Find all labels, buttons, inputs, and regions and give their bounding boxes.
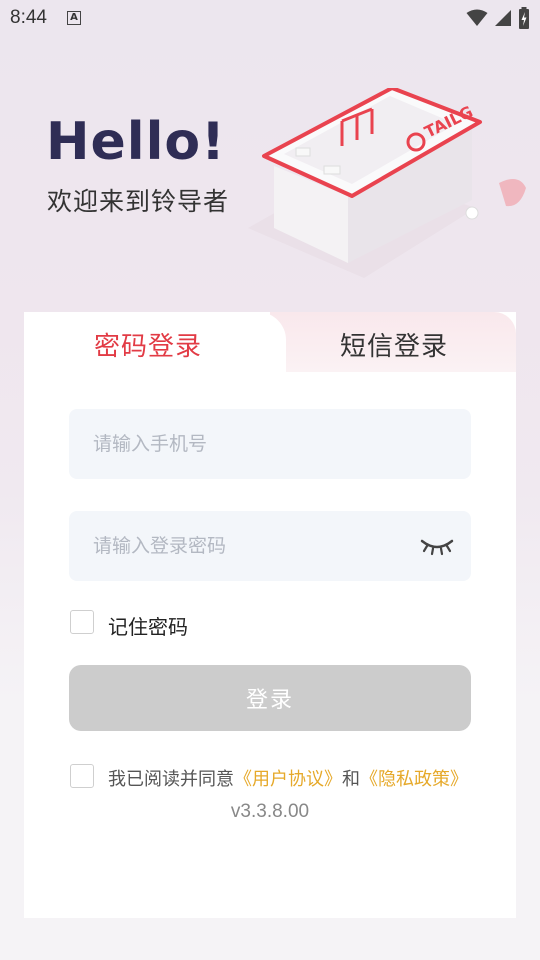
- status-icons: [466, 7, 530, 29]
- agreement-prefix: 我已阅读并同意: [108, 769, 234, 790]
- status-time: 8:44: [10, 7, 47, 28]
- welcome-subtitle: 欢迎来到铃导者: [47, 187, 230, 216]
- remember-password-checkbox[interactable]: [70, 610, 94, 634]
- battery-icon: [519, 7, 529, 29]
- login-button[interactable]: 登录: [69, 665, 471, 731]
- agreement-conjunction: 和: [342, 769, 360, 790]
- phone-input[interactable]: [93, 433, 447, 455]
- user-agreement-link[interactable]: 《用户协议》: [234, 769, 342, 790]
- phone-field: [69, 409, 471, 479]
- status-bar: 8:44 A: [0, 0, 540, 36]
- tab-sms-login[interactable]: 短信登录: [340, 326, 448, 363]
- agreement-checkbox[interactable]: [70, 764, 94, 788]
- tab-password-login[interactable]: 密码登录: [94, 326, 202, 363]
- hello-heading: Hello!: [46, 112, 226, 172]
- password-input[interactable]: [93, 535, 447, 557]
- remember-password-label[interactable]: 记住密码: [108, 611, 188, 640]
- app-version: v3.3.8.00: [230, 801, 310, 822]
- store-illustration: TAILG: [248, 88, 526, 278]
- login-card: 密码登录 短信登录 记住密码 登录 我已阅读并同意《用户协议》和《隐私政策》 v…: [24, 312, 516, 918]
- eye-closed-icon[interactable]: [419, 533, 455, 559]
- agreement-text: 我已阅读并同意《用户协议》和《隐私政策》: [108, 765, 468, 791]
- cellular-signal-icon: [495, 10, 511, 26]
- password-field: [69, 511, 471, 581]
- notification-icon: A: [66, 11, 81, 25]
- wifi-icon: [466, 9, 488, 26]
- privacy-policy-link[interactable]: 《隐私政策》: [360, 769, 468, 790]
